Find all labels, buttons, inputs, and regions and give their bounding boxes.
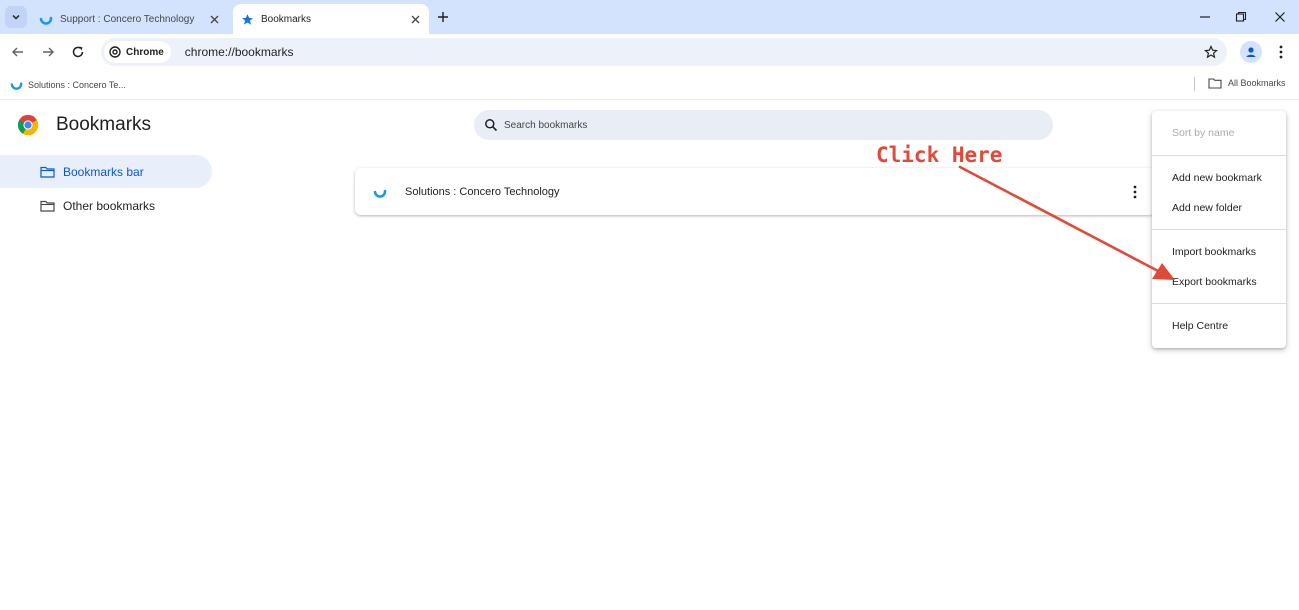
minimize-button[interactable] bbox=[1196, 8, 1214, 26]
chrome-logo-icon bbox=[17, 114, 39, 136]
organize-menu: Sort by name Add new bookmark Add new fo… bbox=[1152, 111, 1286, 348]
tab-support-concero[interactable]: Support : Concero Technology bbox=[32, 4, 228, 34]
folder-icon bbox=[40, 200, 55, 212]
restore-icon bbox=[1235, 11, 1247, 22]
menu-item-import-bookmarks[interactable]: Import bookmarks bbox=[1172, 246, 1256, 258]
menu-divider bbox=[1152, 303, 1286, 304]
star-icon bbox=[240, 12, 254, 26]
tab-bookmarks[interactable]: Bookmarks bbox=[233, 4, 429, 34]
menu-item-add-new-bookmark[interactable]: Add new bookmark bbox=[1172, 172, 1262, 184]
close-icon[interactable] bbox=[407, 11, 423, 27]
address-bar[interactable]: Chrome chrome://bookmarks bbox=[101, 38, 1227, 66]
tab-strip: Support : Concero Technology Bookmarks bbox=[0, 0, 1299, 34]
restore-button[interactable] bbox=[1232, 8, 1250, 26]
all-bookmarks-label: All Bookmarks bbox=[1228, 78, 1286, 88]
bookmarks-bar-divider bbox=[1194, 77, 1195, 91]
close-icon[interactable] bbox=[206, 11, 222, 27]
menu-item-sort-by-name: Sort by name bbox=[1172, 127, 1235, 139]
chevron-down-icon bbox=[12, 14, 20, 20]
profile-button[interactable] bbox=[1240, 41, 1262, 63]
menu-item-help-centre[interactable]: Help Centre bbox=[1172, 320, 1228, 332]
tab-title: Support : Concero Technology bbox=[60, 13, 195, 25]
concero-logo-icon bbox=[373, 189, 387, 198]
plus-icon bbox=[438, 12, 448, 22]
arrow-right-icon bbox=[43, 47, 54, 57]
tab-search-button[interactable] bbox=[5, 6, 27, 28]
tab-title: Bookmarks bbox=[261, 13, 312, 25]
site-info-chip[interactable]: Chrome bbox=[104, 41, 171, 63]
page-title: Bookmarks bbox=[56, 114, 152, 135]
sidebar-item-label: Other bookmarks bbox=[63, 198, 156, 213]
sidebar-item-bookmarks-bar[interactable]: Bookmarks bar bbox=[0, 155, 212, 188]
close-icon bbox=[1275, 12, 1285, 22]
minimize-icon bbox=[1200, 16, 1210, 18]
search-input[interactable] bbox=[504, 119, 1004, 131]
search-bookmarks-field[interactable] bbox=[474, 110, 1053, 140]
more-vert-icon bbox=[1133, 185, 1137, 199]
menu-item-export-bookmarks[interactable]: Export bookmarks bbox=[1172, 276, 1257, 288]
concero-logo-icon bbox=[10, 82, 23, 90]
person-icon bbox=[1246, 47, 1256, 57]
folder-icon bbox=[40, 166, 55, 178]
close-window-button[interactable] bbox=[1271, 8, 1289, 26]
search-icon bbox=[485, 119, 498, 132]
reload-button[interactable] bbox=[68, 42, 88, 62]
concero-logo-icon bbox=[39, 12, 53, 26]
menu-divider bbox=[1152, 155, 1286, 156]
bookmark-star-button[interactable] bbox=[1203, 44, 1219, 60]
reload-icon bbox=[72, 46, 84, 58]
arrow-left-icon bbox=[12, 47, 23, 57]
bookmarks-bar-item[interactable]: Solutions : Concero Te... bbox=[10, 78, 126, 91]
sidebar-item-label: Bookmarks bar bbox=[63, 164, 144, 179]
toolbar: Chrome chrome://bookmarks bbox=[0, 34, 1299, 70]
star-outline-icon bbox=[1204, 45, 1218, 59]
menu-item-add-new-folder[interactable]: Add new folder bbox=[1172, 202, 1242, 214]
chrome-icon bbox=[109, 46, 121, 58]
new-tab-button[interactable] bbox=[434, 8, 452, 26]
bookmark-list-item[interactable]: Solutions : Concero Technology bbox=[355, 168, 1155, 215]
sidebar-item-other-bookmarks[interactable]: Other bookmarks bbox=[0, 189, 212, 222]
all-bookmarks-button[interactable]: All Bookmarks bbox=[1208, 77, 1286, 89]
site-chip-label: Chrome bbox=[126, 46, 164, 58]
back-button[interactable] bbox=[8, 42, 28, 62]
bookmarks-bar-item-label: Solutions : Concero Te... bbox=[28, 79, 126, 90]
bookmarks-bar: Solutions : Concero Te... All Bookmarks bbox=[0, 70, 1299, 100]
more-vert-icon bbox=[1279, 45, 1283, 59]
annotation-label: Click Here bbox=[876, 143, 1003, 167]
forward-button[interactable] bbox=[38, 42, 58, 62]
bookmark-more-button[interactable] bbox=[1127, 182, 1143, 202]
folder-icon bbox=[1208, 78, 1222, 89]
url-text[interactable]: chrome://bookmarks bbox=[185, 45, 294, 59]
bookmark-title: Solutions : Concero Technology bbox=[405, 185, 560, 198]
chrome-menu-button[interactable] bbox=[1272, 42, 1290, 62]
menu-divider bbox=[1152, 229, 1286, 230]
